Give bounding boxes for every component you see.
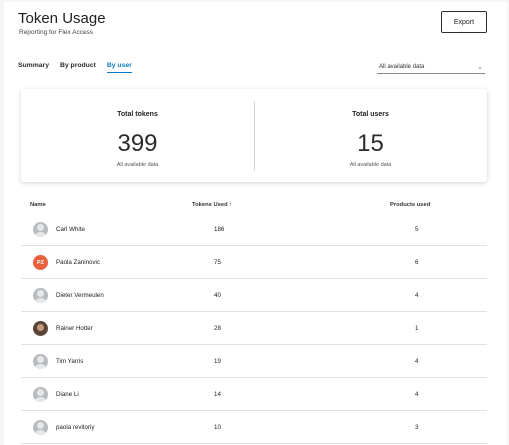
user-name: Tim Yarris [56,358,84,365]
products-used-value: 3 [415,424,419,431]
user-name: Diane Li [56,391,79,398]
date-range-select[interactable]: All available data ⌄ [377,60,485,74]
column-header-products[interactable]: Products used [390,202,430,208]
avatar [33,387,48,402]
total-users-value: 15 [357,130,384,157]
products-used-value: 4 [415,391,419,398]
tab-by-user[interactable]: By user [106,62,132,73]
total-users-stat: Total users 15 All available data [254,89,487,182]
table-row[interactable]: Carl White 186 5 [21,213,487,246]
tokens-used-value: 40 [214,292,221,299]
user-name: Carl White [56,226,85,233]
total-tokens-note: All available data [116,162,159,168]
user-name: Dieter Vermeulen [56,292,104,299]
stats-card: Total tokens 399 All available data Tota… [21,89,487,182]
table-row[interactable]: PZ Paola Zaninovic 75 6 [21,246,487,279]
table-row[interactable]: paola revitoriy 10 3 [21,411,487,444]
column-header-tokens-label: Tokens Used [192,202,228,208]
total-tokens-label: Total tokens [117,111,158,118]
page: Token Usage Reporting for Flex Access Ex… [4,2,507,445]
total-users-note: All available data [349,162,392,168]
user-name: Rainer Hotter [56,325,93,332]
tokens-used-value: 28 [214,325,221,332]
date-range-value: All available data [379,63,425,70]
avatar [33,222,48,237]
page-subtitle: Reporting for Flex Access [19,29,94,36]
tokens-used-value: 10 [214,424,221,431]
export-button[interactable]: Export [441,11,487,33]
total-tokens-stat: Total tokens 399 All available data [21,89,254,182]
products-used-value: 4 [415,358,419,365]
avatar: PZ [33,255,48,270]
tokens-used-value: 14 [214,391,221,398]
column-header-tokens[interactable]: Tokens Used ↑ [192,202,232,208]
tab-bar: Summary By product By user [18,62,132,73]
table-row[interactable]: Diane Li 14 4 [21,378,487,411]
user-name: Paola Zaninovic [56,259,101,266]
products-used-value: 1 [415,325,419,332]
column-header-name[interactable]: Name [30,202,46,208]
tab-by-product[interactable]: By product [60,62,96,73]
total-users-label: Total users [352,111,389,118]
avatar [33,354,48,369]
avatar [33,321,48,336]
tokens-used-value: 19 [214,358,221,365]
user-name: paola revitoriy [56,424,95,431]
products-used-value: 4 [415,292,419,299]
tokens-used-value: 75 [214,259,221,266]
tokens-used-value: 186 [214,226,225,233]
products-used-value: 6 [415,259,419,266]
table-row[interactable]: Tim Yarris 19 4 [21,345,487,378]
sort-ascending-icon: ↑ [229,202,233,208]
page-title: Token Usage [18,10,106,27]
avatar [33,420,48,435]
products-used-value: 5 [415,226,419,233]
chevron-down-icon: ⌄ [477,63,483,71]
avatar [33,288,48,303]
tab-summary[interactable]: Summary [18,62,49,73]
table-row[interactable]: Rainer Hotter 28 1 [21,312,487,345]
total-tokens-value: 399 [117,130,158,157]
table-row[interactable]: Dieter Vermeulen 40 4 [21,279,487,312]
